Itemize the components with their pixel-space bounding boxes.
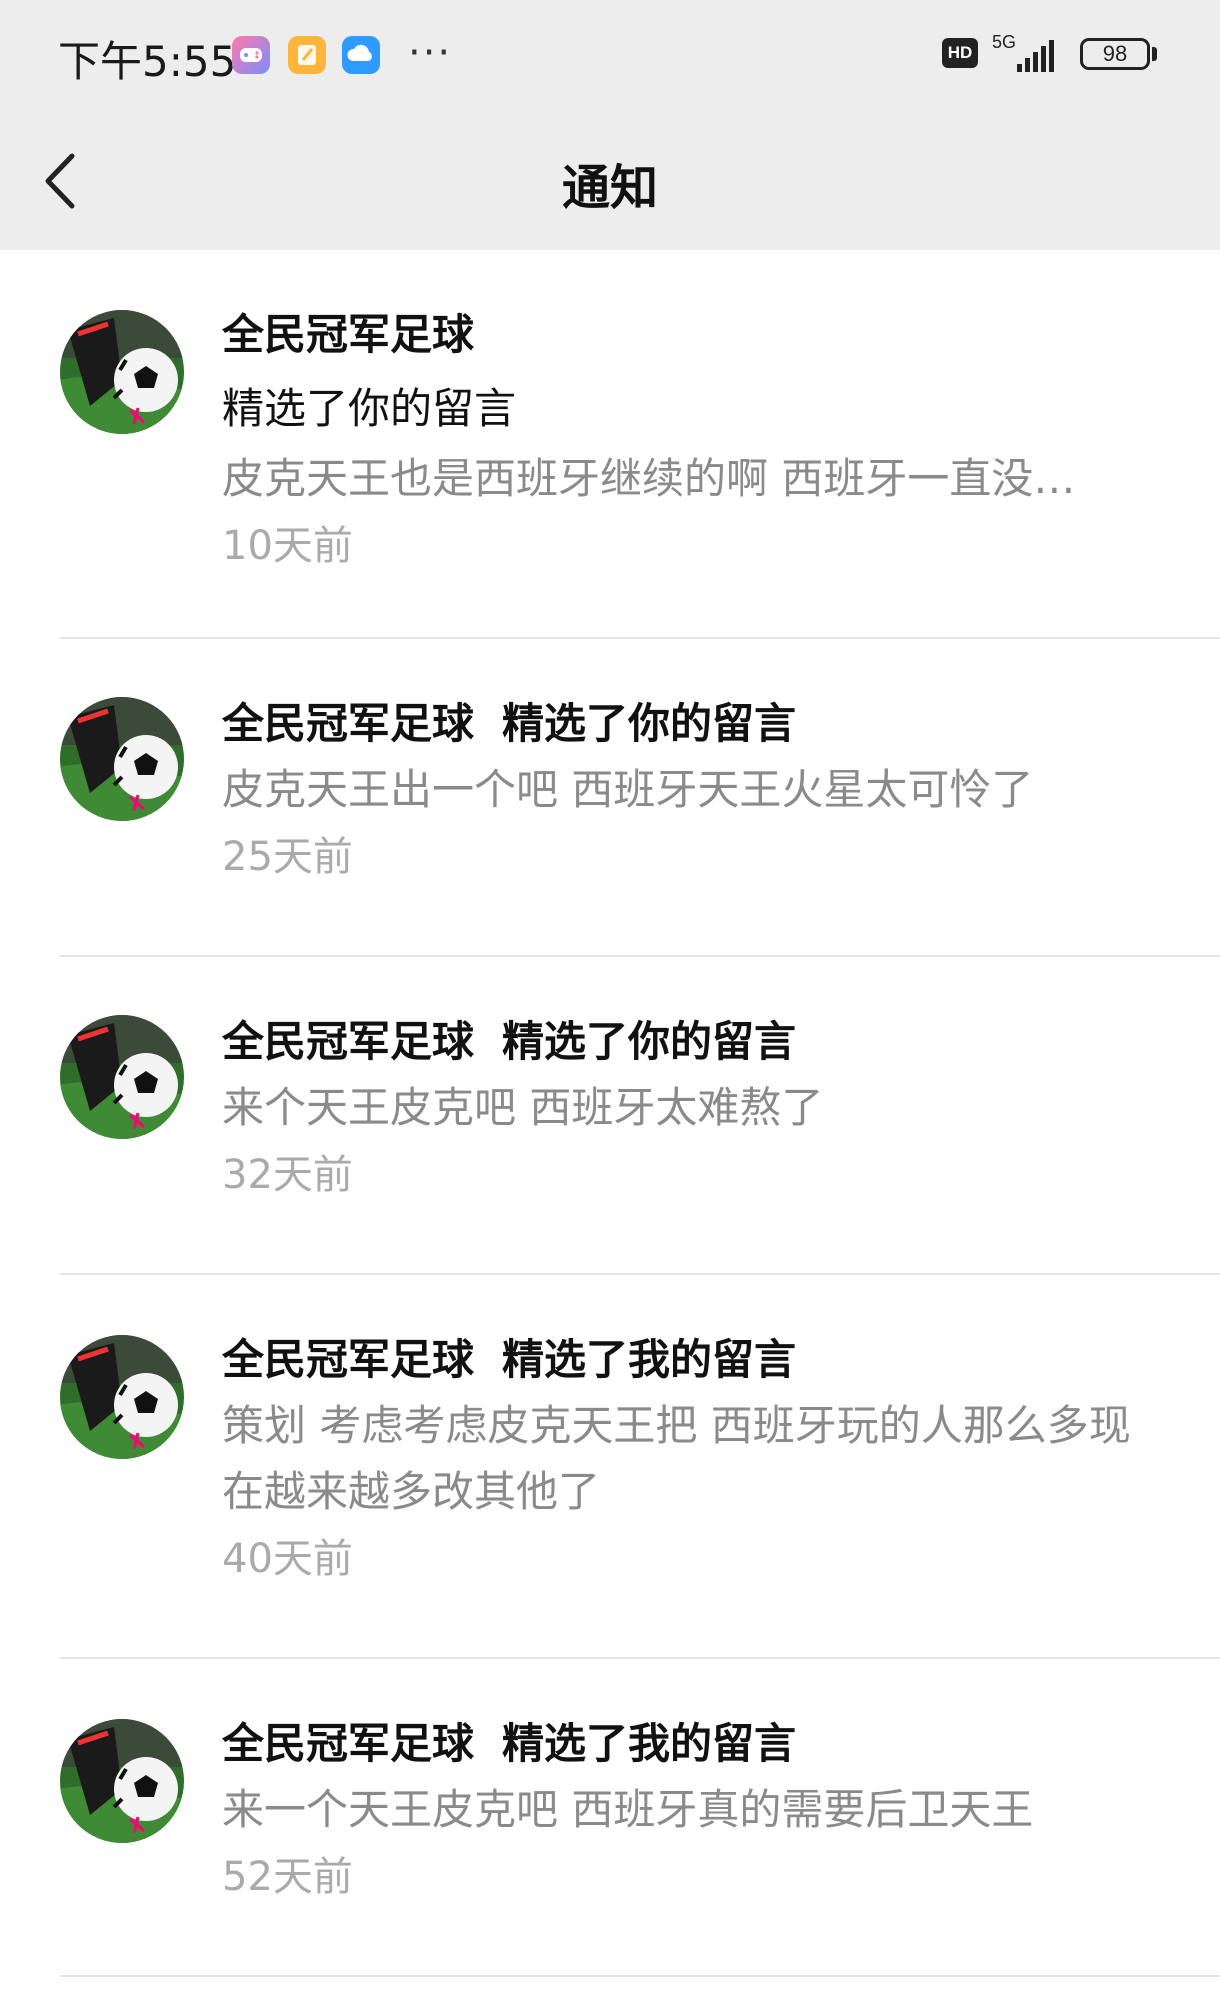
cloud-app-icon (342, 36, 380, 74)
divider (60, 1975, 1220, 1977)
sender-line: 全民冠军足球 精选了我的留言 (222, 1715, 1162, 1773)
sender-line: 全民冠军足球 精选了我的留言 (222, 1331, 1162, 1389)
nav-bar: 通知 (0, 110, 1220, 250)
avatar[interactable] (60, 1719, 184, 1843)
avatar[interactable] (60, 1335, 184, 1459)
sender-line: 全民冠军足球 精选了你的留言 (222, 1013, 1162, 1071)
page-title: 通知 (561, 160, 658, 216)
more-notifications-icon: ··· (408, 30, 453, 76)
football-avatar-icon (60, 310, 184, 434)
notification-item[interactable]: 全民冠军足球 精选了我的留言 策划 考虑考虑皮克天王把 西班牙玩的人那么多现在越来… (0, 1275, 1220, 1659)
avatar[interactable] (60, 310, 184, 434)
sender-name: 全民冠军足球 (222, 699, 475, 748)
football-avatar-icon (60, 697, 184, 821)
sender-name: 全民冠军足球 (222, 1017, 475, 1066)
football-avatar-icon (60, 1015, 184, 1139)
battery-tip (1152, 47, 1157, 61)
sender-line: 全民冠军足球 精选了你的留言 (222, 695, 1162, 753)
signal-icon (1017, 40, 1054, 72)
hd-icon: HD (942, 38, 978, 68)
timestamp: 52天前 (222, 1854, 353, 1900)
game-app-icon (232, 36, 270, 74)
timestamp: 25天前 (222, 834, 353, 880)
avatar[interactable] (60, 1015, 184, 1139)
action-text: 精选了你的留言 (502, 699, 797, 748)
notes-app-icon (288, 36, 326, 74)
comment-text: 皮克天王出一个吧 西班牙天王火星太可怜了 (222, 765, 1034, 814)
network-type: 5G (992, 32, 1017, 52)
football-avatar-icon (60, 1719, 184, 1843)
status-time: 下午5:55 (58, 37, 237, 86)
notification-item[interactable]: 全民冠军足球 精选了我的留言 来一个天王皮克吧 西班牙真的需要后卫天王 52天前 (0, 1659, 1220, 1977)
notification-item[interactable]: 全民冠军足球 精选了你的留言 皮克天王出一个吧 西班牙天王火星太可怜了 25天前 (0, 639, 1220, 957)
sender-name: 全民冠军足球 (222, 1719, 475, 1768)
sender-name: 全民冠军足球 (222, 1335, 475, 1384)
comment-text: 策划 考虑考虑皮克天王把 西班牙玩的人那么多现在越来越多改其他了 (222, 1401, 1131, 1516)
notification-item[interactable]: 全民冠军足球 精选了你的留言 皮克天王也是西班牙继续的啊 西班牙一直没… 10天… (0, 250, 1220, 639)
comment-text: 来一个天王皮克吧 西班牙真的需要后卫天王 (222, 1785, 1034, 1834)
notification-item[interactable]: 全民冠军足球 精选了你的留言 来个天王皮克吧 西班牙太难熬了 32天前 (0, 957, 1220, 1275)
comment-text: 来个天王皮克吧 西班牙太难熬了 (222, 1083, 824, 1132)
sender-name: 全民冠军足球 (222, 310, 475, 359)
football-avatar-icon (60, 1335, 184, 1459)
battery-icon: 98 (1080, 38, 1150, 70)
status-bar: 下午5:55 ··· HD 5G 98 (0, 0, 1220, 110)
comment-text: 皮克天王也是西班牙继续的啊 西班牙一直没… (222, 454, 1076, 503)
timestamp: 10天前 (222, 523, 353, 569)
timestamp: 40天前 (222, 1536, 353, 1582)
avatar[interactable] (60, 697, 184, 821)
timestamp: 32天前 (222, 1152, 353, 1198)
action-text: 精选了我的留言 (502, 1335, 797, 1384)
action-text: 精选了你的留言 (502, 1017, 797, 1066)
action-text: 精选了我的留言 (502, 1719, 797, 1768)
action-text: 精选了你的留言 (222, 384, 517, 433)
notification-list: 全民冠军足球 精选了你的留言 皮克天王也是西班牙继续的啊 西班牙一直没… 10天… (0, 250, 1220, 1977)
